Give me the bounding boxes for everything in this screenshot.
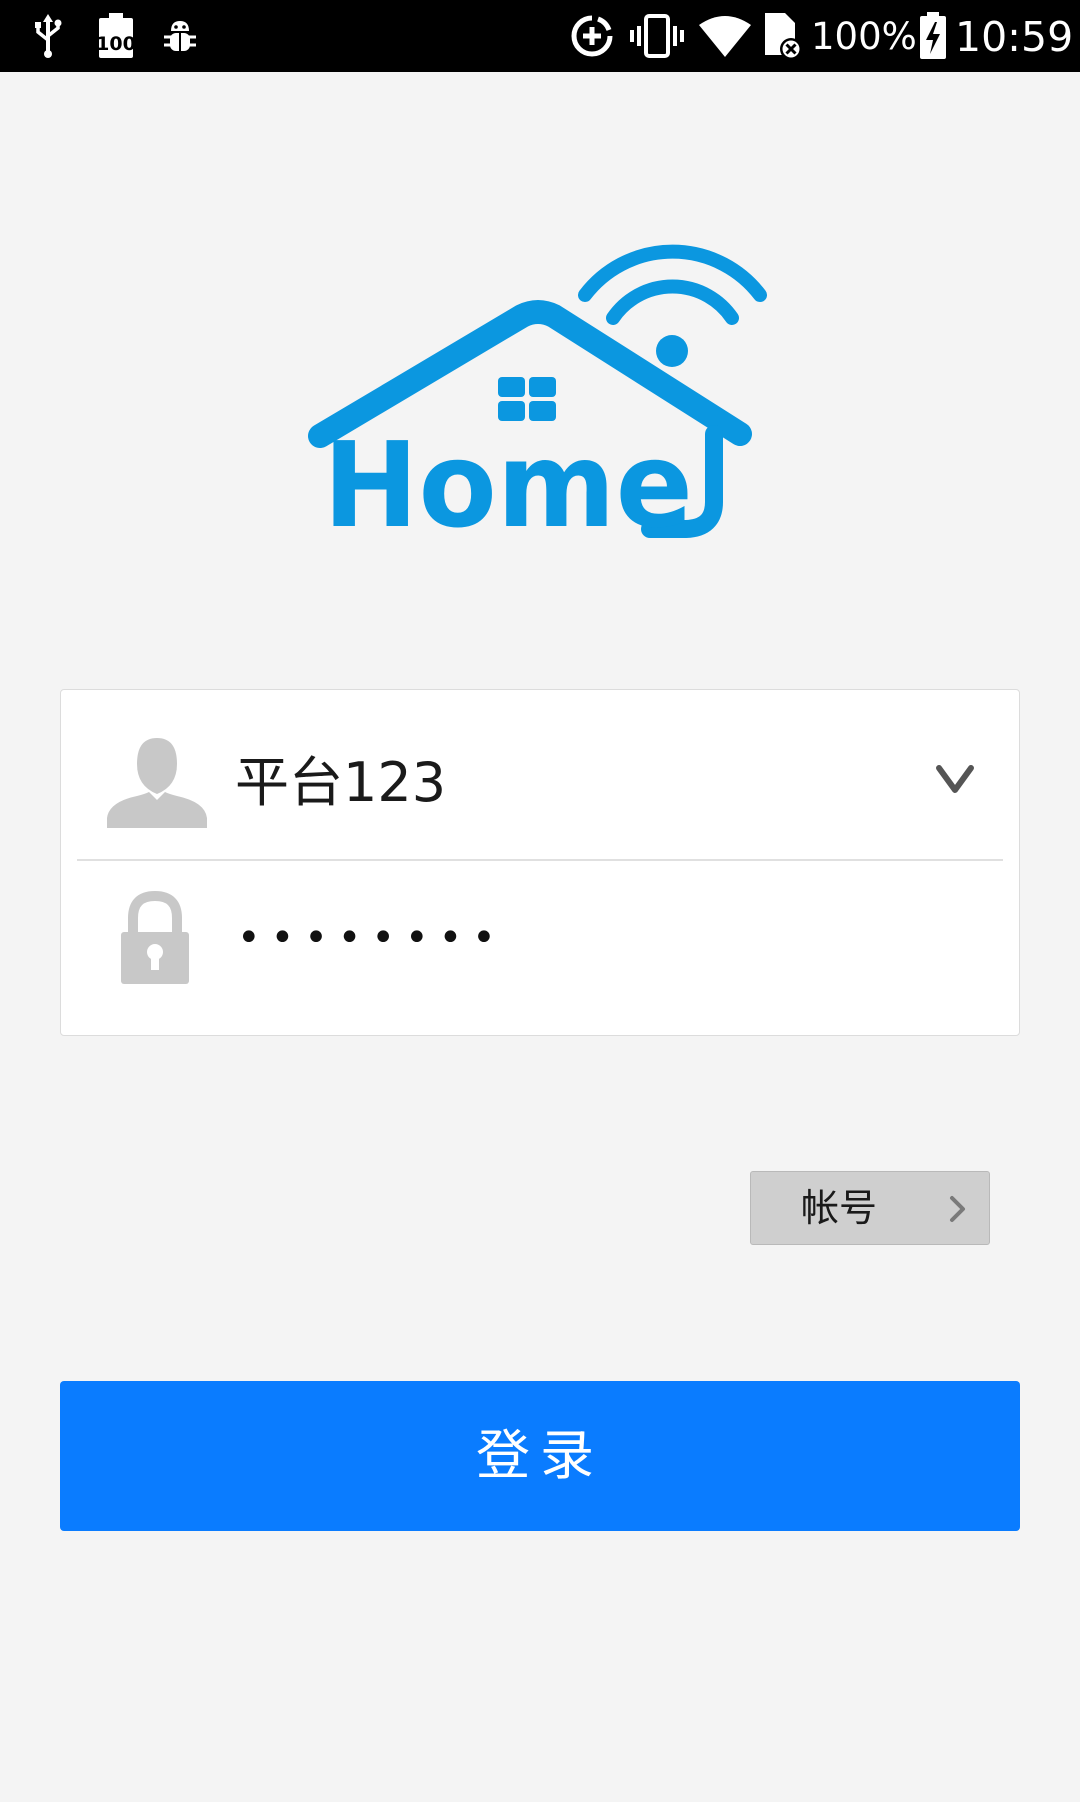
login-card: 平台123 •••••••• [60, 689, 1020, 1036]
vibrate-icon [628, 0, 686, 72]
data-saver-icon [569, 0, 615, 72]
account-button-label: 帐号 [801, 1186, 878, 1230]
password-field[interactable]: •••••••• [237, 908, 506, 968]
battery-charging-icon [918, 0, 948, 72]
lock-icon [119, 890, 191, 986]
login-button[interactable]: 登录 [60, 1381, 1020, 1531]
battery-100-icon: 100 [96, 0, 136, 72]
field-divider [77, 859, 1003, 861]
debug-bug-icon [162, 0, 198, 72]
status-bar: 100 100% 10:59 [0, 0, 1080, 72]
account-button[interactable]: 帐号 [750, 1171, 990, 1245]
chevron-down-icon[interactable] [931, 754, 979, 802]
user-icon [107, 736, 207, 828]
wifi-icon [698, 0, 752, 72]
username-field[interactable]: 平台123 [235, 748, 446, 818]
app-screen: 100 100% 10:59 Home 平台123 •••••••• 帐号 登录 [0, 0, 1080, 1802]
clock: 10:59 [955, 13, 1074, 61]
usb-icon [30, 0, 66, 72]
chevron-right-icon [947, 1194, 969, 1224]
home-wifi-logo: Home [300, 220, 780, 554]
svg-text:100: 100 [97, 33, 135, 55]
no-sim-icon [760, 0, 804, 72]
battery-percent: 100% [811, 15, 917, 58]
password-row[interactable] [61, 862, 1019, 1034]
logo-text: Home [323, 416, 693, 550]
